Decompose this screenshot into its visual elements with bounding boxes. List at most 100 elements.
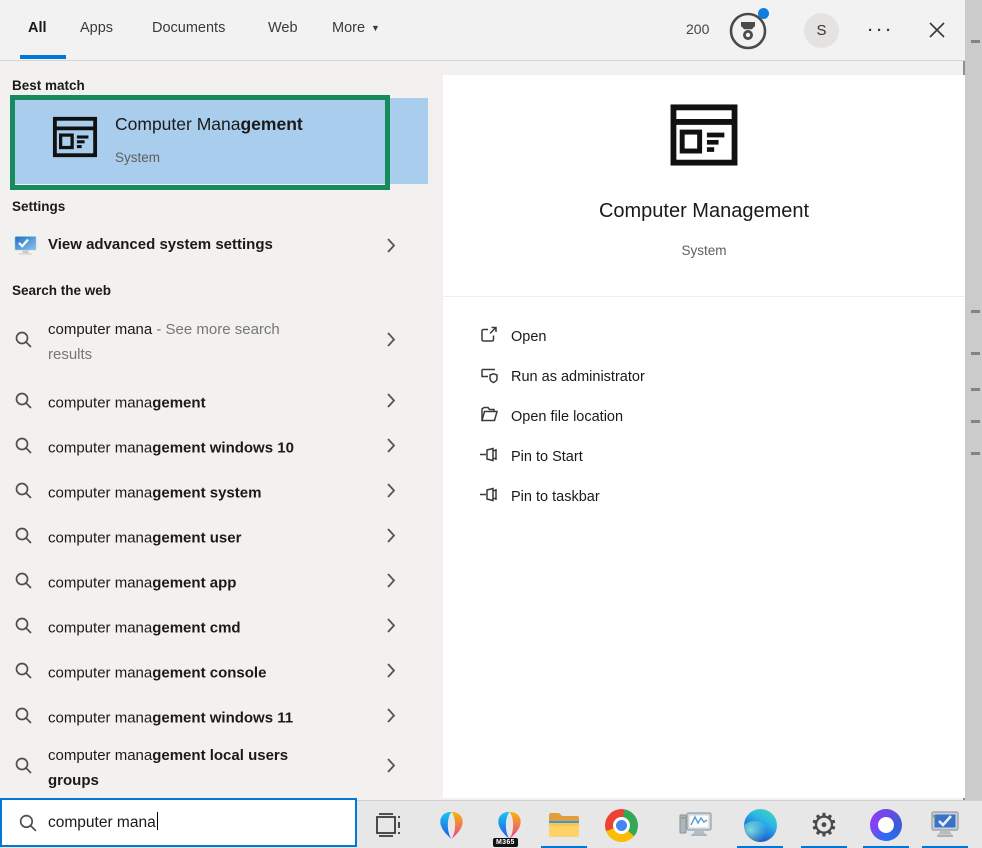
web-suggestion-row[interactable]: computer mana - See more search results — [0, 306, 428, 378]
chrome-icon — [605, 809, 638, 842]
preview-panel: Computer Management System Open Run as a… — [443, 75, 965, 798]
chevron-right-icon[interactable] — [386, 437, 396, 458]
chevron-down-icon: ▼ — [371, 23, 380, 33]
action-pin-to-start[interactable]: Pin to Start — [443, 437, 965, 477]
account-avatar[interactable]: S — [804, 13, 839, 48]
web-suggestion-row[interactable]: computer management windows 10 — [0, 425, 428, 470]
folder-icon — [479, 405, 499, 430]
divider — [443, 296, 965, 297]
tab-apps[interactable]: Apps — [80, 20, 113, 36]
best-match-title[interactable]: Computer Management — [115, 114, 303, 135]
chevron-right-icon[interactable] — [386, 617, 396, 638]
web-suggestion-text: computer mana - See more search results — [48, 317, 310, 367]
sync-ring-icon — [870, 809, 902, 841]
best-match-title-completion: gement — [240, 114, 302, 134]
web-suggestion-text: computer management user — [48, 525, 241, 550]
web-suggestion-text: computer management local users groups — [48, 743, 294, 793]
taskbar-copilot-icon[interactable] — [428, 801, 474, 848]
taskbar-performance-monitor-icon[interactable] — [673, 801, 719, 848]
web-suggestion-text: computer management — [48, 390, 206, 415]
computer-management-icon — [667, 103, 741, 172]
suggestion-typed: computer mana — [48, 574, 152, 591]
edge-strip-mark — [971, 40, 980, 43]
close-icon[interactable] — [922, 15, 952, 45]
search-icon — [14, 661, 33, 685]
chevron-right-icon[interactable] — [386, 332, 396, 353]
web-suggestion-row[interactable]: computer management console — [0, 650, 428, 695]
suggestion-typed: computer mana — [48, 439, 152, 456]
suggestion-completion: gement cmd — [152, 619, 240, 636]
web-suggestion-text: computer management cmd — [48, 615, 241, 640]
rewards-medal-icon[interactable] — [727, 8, 771, 52]
taskbar-settings-gear-icon[interactable]: ⚙ — [801, 801, 847, 848]
suggestion-typed: computer mana — [48, 321, 152, 338]
shield-run-icon — [479, 365, 500, 390]
computer-management-icon[interactable] — [52, 114, 98, 165]
best-match-title-typed: Computer Mana — [115, 114, 240, 134]
chevron-right-icon[interactable] — [386, 237, 396, 258]
suggestion-typed: computer mana — [48, 709, 152, 726]
action-label: Pin to Start — [511, 449, 583, 465]
taskbar: computer mana — [0, 800, 982, 848]
chevron-right-icon[interactable] — [386, 758, 396, 779]
preview-subtitle: System — [443, 243, 965, 258]
action-pin-to-taskbar[interactable]: Pin to taskbar — [443, 477, 965, 517]
web-suggestion-text: computer management app — [48, 570, 236, 595]
edge-strip-mark — [971, 352, 980, 355]
web-suggestion-row[interactable]: computer management local users groups — [0, 738, 428, 798]
monitor-check-icon — [14, 235, 37, 262]
taskbar-chrome-icon[interactable] — [598, 801, 644, 848]
windows-search-panel: All Apps Documents Web More▼ 200 S ··· B… — [0, 0, 982, 848]
search-icon — [14, 526, 33, 550]
task-view-icon[interactable] — [372, 810, 406, 840]
taskbar-search-input[interactable]: computer mana — [0, 798, 357, 847]
action-open-file-location[interactable]: Open file location — [443, 397, 965, 437]
background-window-edge — [963, 0, 982, 800]
search-input-value: computer mana — [48, 814, 156, 831]
chevron-right-icon[interactable] — [386, 527, 396, 548]
chevron-right-icon[interactable] — [386, 572, 396, 593]
web-suggestion-row[interactable]: computer management cmd — [0, 605, 428, 650]
action-label: Open — [511, 329, 546, 345]
tab-web[interactable]: Web — [268, 20, 298, 36]
taskbar-system-check-icon[interactable] — [922, 801, 968, 848]
preview-title: Computer Management — [443, 200, 965, 223]
tab-more-label: More — [332, 20, 365, 36]
edge-strip-mark — [971, 420, 980, 423]
suggestion-completion: gement windows 11 — [152, 709, 293, 726]
suggestion-typed: computer mana — [48, 394, 152, 411]
settings-result-row[interactable]: View advanced system settings — [0, 225, 428, 270]
active-tab-underline — [20, 55, 66, 59]
web-suggestion-text: computer management system — [48, 480, 261, 505]
chevron-right-icon[interactable] — [386, 707, 396, 728]
chevron-right-icon[interactable] — [386, 662, 396, 683]
search-icon — [14, 481, 33, 505]
ellipsis-icon[interactable]: ··· — [868, 22, 904, 39]
action-open[interactable]: Open — [443, 317, 965, 357]
web-suggestion-row[interactable]: computer management system — [0, 470, 428, 515]
web-suggestion-row[interactable]: computer management user — [0, 515, 428, 560]
notification-dot — [758, 8, 769, 19]
search-icon — [14, 436, 33, 460]
action-label: Pin to taskbar — [511, 489, 600, 505]
chevron-right-icon[interactable] — [386, 482, 396, 503]
tab-more[interactable]: More ▼ — [332, 20, 380, 36]
suggestion-typed: computer mana — [48, 619, 152, 636]
web-suggestion-text: computer management windows 11 — [48, 705, 293, 730]
web-suggestion-row[interactable]: computer management app — [0, 560, 428, 605]
tab-all[interactable]: All — [28, 20, 47, 36]
suggestion-completion: gement app — [152, 574, 236, 591]
web-suggestion-row[interactable]: computer management windows 11 — [0, 695, 428, 740]
tab-documents[interactable]: Documents — [152, 20, 225, 36]
chevron-right-icon[interactable] — [386, 392, 396, 413]
pin-icon — [479, 446, 501, 469]
web-suggestion-row[interactable]: computer management — [0, 380, 428, 425]
search-the-web-header: Search the web — [12, 283, 111, 298]
action-run-as-administrator[interactable]: Run as administrator — [443, 357, 965, 397]
taskbar-m365-copilot-icon[interactable]: M365 — [486, 801, 532, 848]
taskbar-file-explorer-icon[interactable] — [541, 801, 587, 848]
taskbar-edge-icon[interactable] — [737, 801, 783, 848]
suggestion-typed: computer mana — [48, 664, 152, 681]
search-icon — [18, 813, 38, 838]
taskbar-sync-ring-icon[interactable] — [863, 801, 909, 848]
